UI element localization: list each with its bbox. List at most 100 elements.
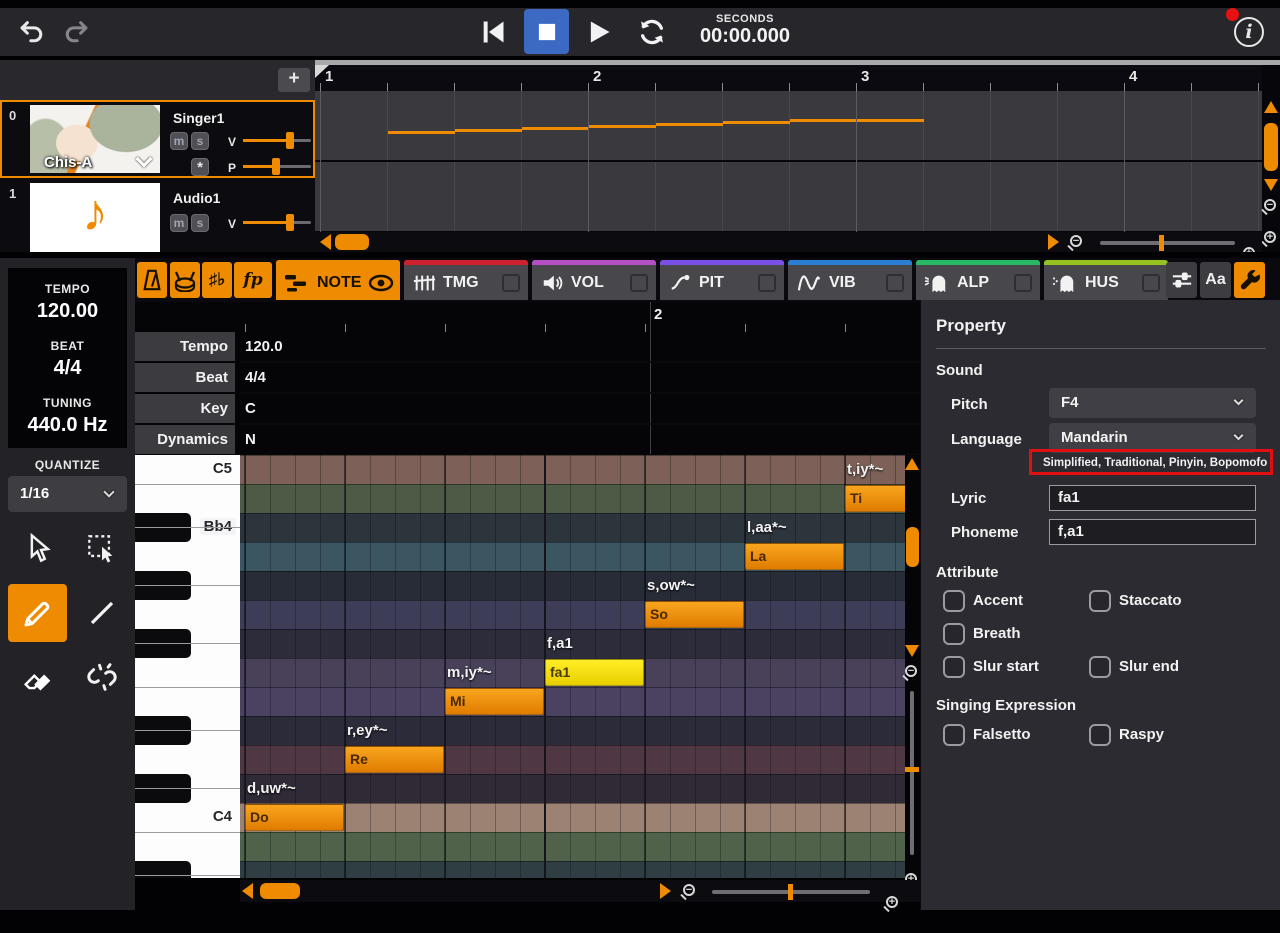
expression-checkbox-falsetto[interactable] xyxy=(943,724,965,746)
button-dynamics[interactable]: fp xyxy=(234,262,272,298)
scroll-left-arrow[interactable] xyxy=(242,883,253,899)
zoom-out-icon[interactable]: − xyxy=(1070,235,1082,247)
note-So[interactable]: So xyxy=(645,601,744,628)
tab-pit[interactable]: PIT xyxy=(660,260,784,300)
mute-button[interactable]: m xyxy=(170,132,188,150)
tab-vib[interactable]: VIB xyxy=(788,260,912,300)
button-accidentals[interactable]: ♯♭ xyxy=(202,262,232,298)
zoom-out-icon[interactable]: − xyxy=(1264,199,1276,211)
play-button[interactable] xyxy=(576,12,622,52)
zoom-slider-handle[interactable] xyxy=(788,884,793,900)
pitch-dropdown[interactable]: F4 xyxy=(1049,388,1256,418)
lyric-input[interactable]: fa1 xyxy=(1049,485,1256,511)
arrangement-ruler[interactable]: 1 2 3 4 xyxy=(315,65,1262,91)
star-button[interactable]: * xyxy=(191,158,209,176)
attribute-checkbox-slur-start[interactable] xyxy=(943,656,965,678)
tab-checkbox[interactable] xyxy=(886,273,904,292)
scroll-left-arrow[interactable] xyxy=(320,234,331,250)
button-drum[interactable] xyxy=(170,262,200,298)
note-fa1[interactable]: fa1 xyxy=(545,659,644,686)
tab-alp[interactable]: ALP xyxy=(916,260,1040,300)
tab-note[interactable]: NOTE xyxy=(276,260,400,300)
scroll-down-arrow[interactable] xyxy=(905,645,919,657)
pan-slider[interactable] xyxy=(243,158,311,175)
stop-button[interactable] xyxy=(524,9,569,54)
scroll-down-arrow[interactable] xyxy=(1264,179,1278,191)
piano-keys[interactable]: C5 Bb4 C4 xyxy=(135,455,240,878)
vscroll-thumb[interactable] xyxy=(906,527,919,567)
button-metronome[interactable] xyxy=(137,262,167,298)
vzoom-slider[interactable] xyxy=(905,691,919,855)
param-label-key[interactable]: Key xyxy=(135,394,235,423)
zoom-slider[interactable] xyxy=(712,884,870,900)
zoom-in-icon[interactable]: + xyxy=(1243,247,1255,252)
param-label-tempo[interactable]: Tempo xyxy=(135,332,235,361)
arrangement-lane-singer[interactable] xyxy=(315,91,1262,160)
note-La[interactable]: La xyxy=(745,543,844,570)
piano-roll-grid[interactable]: Do d,uw*~ Re r,ey*~ Mi m,iy*~ fa1 f,a1 So s,ow*~ L… xyxy=(240,455,905,878)
scroll-right-arrow[interactable] xyxy=(1048,234,1059,250)
solo-button[interactable]: s xyxy=(191,132,209,150)
tool-eraser[interactable] xyxy=(8,648,67,706)
zoom-out-icon[interactable]: − xyxy=(683,884,695,896)
zoom-slider-handle[interactable] xyxy=(1159,235,1164,251)
button-mixer[interactable] xyxy=(1166,262,1197,298)
solo-button[interactable]: s xyxy=(191,214,209,232)
zoom-in-icon[interactable]: + xyxy=(886,896,898,908)
scroll-up-arrow[interactable] xyxy=(1264,101,1278,113)
scroll-right-arrow[interactable] xyxy=(660,883,671,899)
zoom-slider[interactable] xyxy=(1100,235,1235,251)
track-row-singer1[interactable]: 0 Chis-A Singer1 m s V * P xyxy=(0,100,315,178)
hscroll-thumb[interactable] xyxy=(335,234,369,250)
note-Ti[interactable]: Ti xyxy=(845,485,905,512)
audio-thumbnail[interactable]: ♪ xyxy=(30,183,160,252)
scroll-up-arrow[interactable] xyxy=(905,458,919,470)
note-Re[interactable]: Re xyxy=(345,746,444,773)
button-settings-wrench[interactable] xyxy=(1234,262,1265,298)
track-row-audio1[interactable]: 1 ♪ Audio1 m s V xyxy=(2,180,313,252)
tab-tmg[interactable]: TMG xyxy=(404,260,528,300)
mute-button[interactable]: m xyxy=(170,214,188,232)
tab-checkbox[interactable] xyxy=(1014,273,1032,292)
param-label-dynamics[interactable]: Dynamics xyxy=(135,425,235,454)
zoom-in-icon[interactable]: + xyxy=(1264,231,1276,243)
undo-button[interactable] xyxy=(14,16,50,48)
volume-slider[interactable] xyxy=(243,132,311,149)
tool-select-cursor[interactable] xyxy=(8,520,67,578)
attribute-checkbox-slur-end[interactable] xyxy=(1089,656,1111,678)
tool-pencil[interactable] xyxy=(8,584,67,642)
song-settings-panel[interactable]: TEMPO 120.00 BEAT 4/4 TUNING 440.0 Hz xyxy=(8,268,127,448)
quantize-dropdown[interactable]: 1/16 xyxy=(8,476,127,512)
phoneme-input[interactable]: f,a1 xyxy=(1049,519,1256,545)
pan-handle[interactable] xyxy=(272,158,280,175)
volume-handle[interactable] xyxy=(286,132,294,149)
attribute-checkbox-staccato[interactable] xyxy=(1089,590,1111,612)
attribute-checkbox-accent[interactable] xyxy=(943,590,965,612)
expression-checkbox-raspy[interactable] xyxy=(1089,724,1111,746)
hscroll-thumb[interactable] xyxy=(260,883,300,899)
tab-hus[interactable]: HUS xyxy=(1044,260,1168,300)
note-Mi[interactable]: Mi xyxy=(445,688,544,715)
attribute-checkbox-breath[interactable] xyxy=(943,623,965,645)
button-font-size[interactable]: Aa xyxy=(1200,262,1231,298)
tab-checkbox[interactable] xyxy=(502,273,520,292)
tool-unlink[interactable] xyxy=(72,648,131,706)
info-button[interactable]: i xyxy=(1234,17,1264,47)
vscroll-thumb[interactable] xyxy=(1264,123,1278,171)
tab-checkbox[interactable] xyxy=(1142,273,1160,292)
tab-checkbox[interactable] xyxy=(630,273,648,292)
param-label-beat[interactable]: Beat xyxy=(135,363,235,392)
singer-avatar[interactable]: Chis-A xyxy=(30,105,160,173)
add-track-button[interactable]: + xyxy=(278,68,310,92)
skip-to-start-button[interactable] xyxy=(470,12,516,52)
vzoom-handle[interactable] xyxy=(905,767,919,772)
zoom-out-icon[interactable]: − xyxy=(905,665,917,677)
note-Do[interactable]: Do xyxy=(245,804,344,831)
volume-handle[interactable] xyxy=(286,214,294,231)
tab-vol[interactable]: VOL xyxy=(532,260,656,300)
redo-button[interactable] xyxy=(58,16,94,48)
tool-marquee-select[interactable] xyxy=(72,520,131,578)
arrangement-lane-audio[interactable] xyxy=(315,162,1262,231)
tool-line[interactable] xyxy=(72,584,131,642)
loop-button[interactable] xyxy=(630,14,674,50)
